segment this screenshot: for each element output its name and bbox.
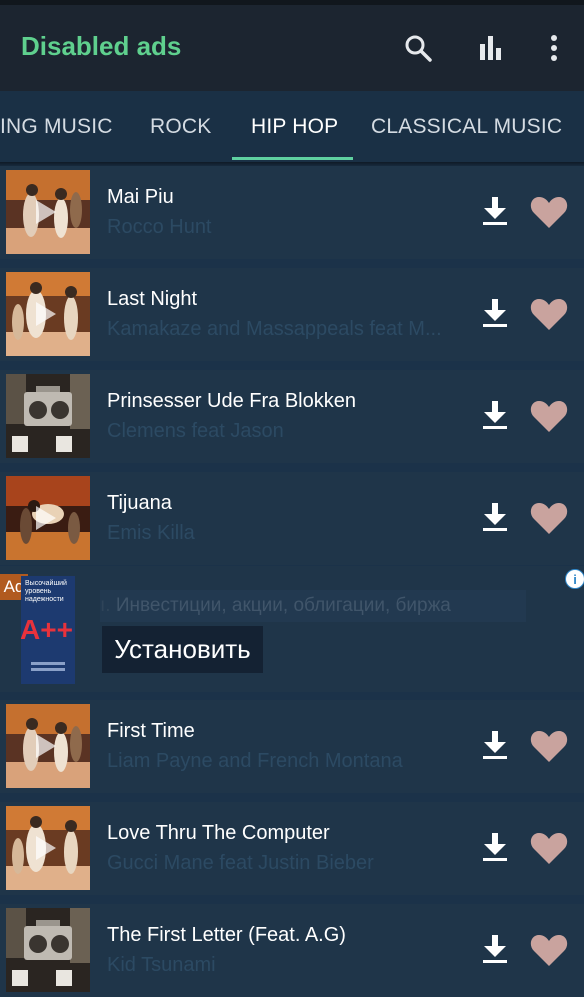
genre-tabs: ING MUSIC ROCK HIP HOP CLASSICAL MUSIC (0, 91, 584, 162)
heart-icon[interactable] (530, 831, 568, 865)
download-icon[interactable] (482, 196, 508, 226)
heart-icon[interactable] (530, 933, 568, 967)
track-title: The First Letter (Feat. A.G) (107, 924, 346, 946)
play-icon (36, 200, 56, 224)
track-title: Tijuana (107, 492, 172, 514)
heart-icon[interactable] (530, 399, 568, 433)
ad-image-line (31, 668, 65, 671)
app-bar: Disabled ads (0, 0, 584, 91)
track-title: First Time (107, 720, 195, 742)
ad-image-rating: A++ (21, 614, 73, 645)
album-art (6, 806, 90, 890)
album-art (6, 476, 90, 560)
app-title: Disabled ads (21, 31, 182, 61)
album-art (6, 374, 90, 458)
ad-headline: ı. Инвестиции, акции, облигации, биржа (100, 590, 526, 622)
download-icon[interactable] (482, 502, 508, 532)
equalizer-icon[interactable] (471, 28, 511, 68)
tab-workout-music[interactable]: ING MUSIC (0, 115, 113, 139)
track-row[interactable]: Love Thru The Computer Gucci Mane feat J… (0, 802, 584, 895)
track-row[interactable]: Tijuana Emis Killa (0, 472, 584, 565)
track-artist: Emis Killa (107, 522, 195, 544)
play-icon (36, 302, 56, 326)
track-row[interactable]: The First Letter (Feat. A.G) Kid Tsunami (0, 904, 584, 997)
play-icon (36, 506, 56, 530)
album-art (6, 908, 90, 992)
tab-classical-music[interactable]: CLASSICAL MUSIC (371, 115, 562, 139)
ad-image[interactable]: Высочайший уровень надежности A++ (21, 576, 75, 684)
track-row[interactable]: Mai Piu Rocco Hunt (0, 166, 584, 259)
track-artist: Kamakaze and Massappeals feat M... (107, 318, 442, 340)
tab-hip-hop[interactable]: HIP HOP (251, 115, 338, 139)
heart-icon[interactable] (530, 297, 568, 331)
heart-icon[interactable] (530, 501, 568, 535)
album-art (6, 272, 90, 356)
download-icon[interactable] (482, 400, 508, 430)
track-artist: Rocco Hunt (107, 216, 212, 238)
track-row[interactable]: Last Night Kamakaze and Massappeals feat… (0, 268, 584, 361)
track-title: Love Thru The Computer (107, 822, 330, 844)
ad-image-headline: Высочайший уровень надежности (25, 580, 67, 603)
track-row[interactable]: First Time Liam Payne and French Montana (0, 700, 584, 793)
track-artist: Clemens feat Jason (107, 420, 284, 442)
download-icon[interactable] (482, 832, 508, 862)
track-title: Mai Piu (107, 186, 174, 208)
ad-image-line (31, 662, 65, 665)
download-icon[interactable] (482, 730, 508, 760)
info-icon[interactable]: i (565, 569, 584, 589)
play-icon (36, 836, 56, 860)
track-artist: Kid Tsunami (107, 954, 216, 976)
track-artist: Liam Payne and French Montana (107, 750, 403, 772)
track-title: Prinsesser Ude Fra Blokken (107, 390, 356, 412)
track-artist: Gucci Mane feat Justin Bieber (107, 852, 374, 874)
tab-rock[interactable]: ROCK (150, 115, 211, 139)
download-icon[interactable] (482, 298, 508, 328)
album-art (6, 704, 90, 788)
more-vert-icon[interactable] (534, 28, 574, 68)
ad-banner[interactable]: Ad Высочайший уровень надежности A++ ı. … (0, 566, 584, 692)
play-icon (36, 734, 56, 758)
track-title: Last Night (107, 288, 198, 310)
track-row[interactable]: Prinsesser Ude Fra Blokken Clemens feat … (0, 370, 584, 463)
download-icon[interactable] (482, 934, 508, 964)
install-button[interactable]: Установить (102, 626, 263, 673)
album-art (6, 170, 90, 254)
active-tab-indicator (232, 157, 353, 160)
heart-icon[interactable] (530, 195, 568, 229)
status-bar (0, 0, 584, 5)
search-icon[interactable] (398, 28, 438, 68)
heart-icon[interactable] (530, 729, 568, 763)
